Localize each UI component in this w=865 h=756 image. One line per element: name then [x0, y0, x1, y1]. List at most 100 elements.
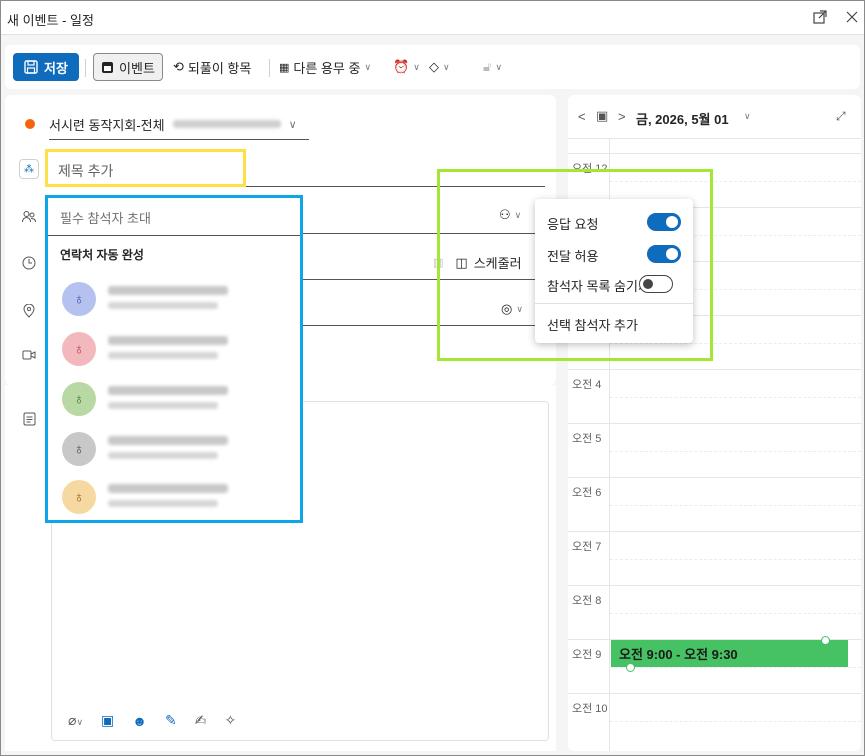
redacted-email: [108, 500, 218, 507]
calendar-icon: [102, 61, 114, 73]
redacted-name: [108, 436, 228, 445]
toolbar-divider: [85, 59, 86, 77]
redacted-name: [108, 386, 228, 395]
add-optional-attendee-item[interactable]: 선택 참석자 추가: [535, 311, 693, 335]
lock-icon: 🔓︎: [483, 59, 492, 74]
busy-label: 다른 용무 중: [293, 60, 361, 76]
allow-forwarding-toggle[interactable]: [647, 245, 681, 263]
expand-icon[interactable]: ⤢: [836, 109, 846, 124]
today-icon[interactable]: ▣: [596, 108, 608, 124]
attendee-input[interactable]: 필수 참석자 초대: [48, 198, 300, 236]
popout-icon[interactable]: [809, 6, 831, 28]
save-icon: [24, 60, 38, 74]
title-apps-icon[interactable]: ⁂: [19, 159, 39, 179]
contact-suggestion[interactable]: ♁: [62, 376, 292, 426]
request-responses-toggle[interactable]: [647, 213, 681, 231]
chevron-down-icon: ∨: [364, 61, 372, 72]
redacted-name: [108, 286, 228, 295]
save-label: 저장: [44, 60, 68, 76]
calendar-name: 서시련 동작지회-전체: [49, 117, 165, 133]
hour-row[interactable]: 오전 4: [568, 369, 861, 423]
clock-icon: [19, 253, 39, 273]
emoji-icon[interactable]: ☻: [132, 713, 147, 729]
contact-suggestion[interactable]: ♁: [62, 474, 292, 524]
next-day-icon[interactable]: >: [618, 109, 626, 124]
redacted-name: [108, 336, 228, 345]
chevron-down-icon: ∨: [413, 61, 420, 72]
hour-row[interactable]: 오전 10: [568, 693, 861, 747]
tag-icon: ◇: [429, 59, 439, 74]
people-icon: [19, 207, 39, 227]
signature-icon[interactable]: ✍: [195, 712, 207, 729]
resize-handle-top[interactable]: [821, 636, 830, 645]
window-title: 새 이벤트 - 일정: [7, 13, 94, 28]
attendee-autocomplete: 필수 참석자 초대 연락처 자동 완성 ♁ ♁ ♁ ♁ ♁: [45, 195, 303, 523]
calendar-selector[interactable]: 서시련 동작지회-전체 ∨: [49, 111, 309, 137]
redacted-email: [108, 352, 218, 359]
busy-status-dropdown[interactable]: ▦ 다른 용무 중 ∨: [279, 55, 371, 79]
person-icon: ♁: [62, 432, 96, 466]
calendar-header: < ▣ > 금, 2026, 5월 01 ∨ ⤢: [568, 95, 861, 139]
alarm-icon: ⏰: [393, 59, 410, 74]
person-icon: ♁: [62, 282, 96, 316]
redacted-email: [108, 452, 218, 459]
redacted-email: [108, 302, 218, 309]
hour-row[interactable]: 오전 6: [568, 477, 861, 531]
redacted-email: [172, 120, 281, 128]
allow-forwarding-item[interactable]: 전달 허용: [535, 243, 693, 265]
repeat-label: 되풀이 항목: [187, 60, 252, 76]
chevron-down-icon[interactable]: ∨: [744, 111, 751, 122]
busy-icon: ▦: [279, 61, 290, 74]
calendar-color-dot: [25, 119, 35, 129]
event-label: 이벤트: [119, 60, 155, 76]
notes-icon: [19, 409, 39, 429]
toolbar: 저장 이벤트 ⟲ 되풀이 항목 ▦ 다른 용무 중 ∨ ⏰ ∨ ◇ ∨ 🔓︎ ∨: [5, 45, 860, 89]
toolbar-divider: [269, 59, 270, 77]
hide-attendees-item[interactable]: 참석자 목록 숨기기: [535, 273, 693, 295]
contact-suggestion[interactable]: ♁: [62, 326, 292, 376]
title-bar: 새 이벤트 - 일정: [1, 1, 864, 35]
save-button[interactable]: 저장: [13, 53, 79, 81]
repeat-icon: ⟲: [173, 59, 184, 74]
category-dropdown[interactable]: ◇ ∨: [429, 55, 450, 79]
person-icon: ♁: [62, 480, 96, 514]
format-bar: ⌀∨ ▣ ☻ ✎ ✍ ✧: [68, 712, 236, 729]
image-icon[interactable]: ▣: [101, 712, 114, 729]
hide-attendees-toggle[interactable]: [639, 275, 673, 293]
attendee-options-menu: 응답 요청 전달 허용 참석자 목록 숨기기 선택 참석자 추가: [535, 199, 693, 343]
autocomplete-header: 연락처 자동 완성: [60, 248, 144, 262]
date-label[interactable]: 금, 2026, 5월 01: [636, 109, 729, 128]
hour-row[interactable]: 오전 5: [568, 423, 861, 477]
sensitivity-dropdown[interactable]: 🔓︎ ∨: [483, 55, 502, 79]
event-window: 새 이벤트 - 일정 저장 이벤트 ⟲ 되풀이 항목 ▦ 다른 용무 중 ∨ ⏰…: [0, 0, 865, 756]
chevron-down-icon: ∨: [443, 61, 450, 72]
title-placeholder: 제목 추가: [58, 163, 114, 179]
hour-row[interactable]: 오전 7: [568, 531, 861, 585]
calendar-underline: [49, 139, 309, 140]
video-call-icon[interactable]: [19, 345, 39, 365]
hour-row[interactable]: 오전 8: [568, 585, 861, 639]
contact-suggestion[interactable]: ♁: [62, 426, 292, 476]
person-icon: ♁: [62, 332, 96, 366]
event-type-button[interactable]: 이벤트: [93, 53, 163, 81]
attendee-placeholder: 필수 참석자 초대: [60, 211, 151, 226]
redacted-name: [108, 484, 228, 493]
request-responses-item[interactable]: 응답 요청: [535, 211, 693, 233]
prev-day-icon[interactable]: <: [578, 109, 586, 124]
accessibility-icon[interactable]: ✧: [224, 712, 236, 729]
highlight-icon[interactable]: ✎: [165, 712, 177, 729]
close-icon[interactable]: [841, 6, 863, 28]
resize-handle-bottom[interactable]: [626, 663, 635, 672]
appointment-time: 오전 9:00 - 오전 9:30: [619, 647, 738, 662]
location-icon: [19, 301, 39, 321]
reminder-dropdown[interactable]: ⏰ ∨: [393, 55, 420, 79]
chevron-down-icon: ∨: [288, 118, 297, 131]
menu-divider: [535, 303, 693, 304]
person-icon: ♁: [62, 382, 96, 416]
redacted-email: [108, 402, 218, 409]
attach-icon[interactable]: ⌀∨: [68, 712, 83, 729]
title-field[interactable]: 제목 추가: [45, 149, 246, 187]
contact-suggestion[interactable]: ♁: [62, 276, 292, 326]
repeat-button[interactable]: ⟲ 되풀이 항목: [173, 55, 251, 79]
appointment-block[interactable]: 오전 9:00 - 오전 9:30: [611, 640, 848, 667]
